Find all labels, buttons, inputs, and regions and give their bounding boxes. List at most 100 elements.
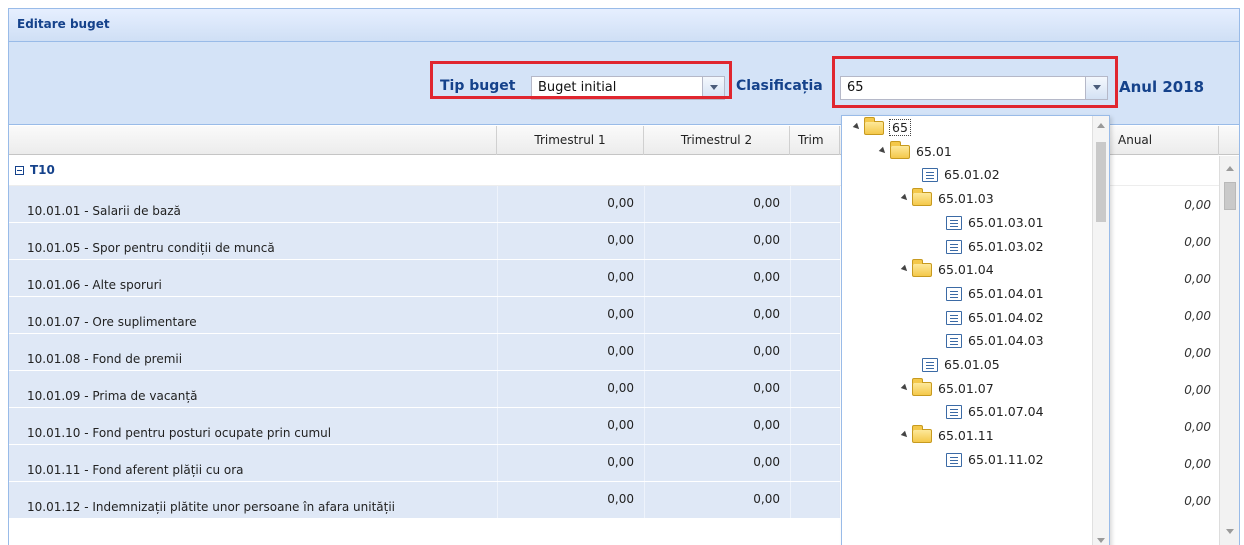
folder-icon: [864, 117, 884, 135]
expand-arrow-icon[interactable]: [900, 193, 910, 203]
cell-trimestrul-3[interactable]: [790, 482, 840, 518]
tree-node-label: 65.01.03.02: [968, 238, 1044, 254]
year-label: Anul 2018: [1119, 78, 1205, 96]
column-header-name: [9, 126, 497, 155]
clasificatia-dropdown-tree[interactable]: 65 65.01 65.01.02 65.01.03 65.01.03.01 65.01.…: [841, 115, 1110, 545]
scroll-up-icon[interactable]: [1097, 123, 1105, 128]
row-name: 10.01.09 - Prima de vacanță: [9, 371, 497, 407]
expand-arrow-icon[interactable]: [900, 430, 910, 440]
toolbar: Tip buget Buget initial Clasificația 65 …: [9, 42, 1239, 125]
cell-trimestrul-1[interactable]: 0,00: [497, 371, 644, 407]
document-icon: [922, 168, 938, 183]
tree-node-label: 65.01.02: [944, 167, 1000, 183]
cell-trimestrul-3[interactable]: [790, 408, 840, 444]
cell-trimestrul-2[interactable]: 0,00: [644, 186, 790, 222]
cell-anual: 0,00: [1110, 260, 1219, 296]
document-icon: [946, 405, 962, 420]
cell-trimestrul-1[interactable]: 0,00: [497, 482, 644, 518]
expand-arrow-icon[interactable]: [900, 264, 910, 274]
column-header-t2[interactable]: Trimestrul 2: [644, 126, 790, 155]
cell-anual: 0,00: [1110, 297, 1219, 333]
folder-icon: [912, 377, 932, 396]
document-icon: [946, 215, 962, 230]
document-icon: [946, 310, 962, 325]
cell-trimestrul-2[interactable]: 0,00: [644, 260, 790, 296]
tree-node-label: 65.01.04.03: [968, 333, 1044, 349]
grid-scrollbar[interactable]: [1219, 156, 1239, 545]
collapse-icon[interactable]: [15, 166, 24, 175]
scroll-thumb[interactable]: [1096, 142, 1106, 222]
cell-trimestrul-2[interactable]: 0,00: [644, 334, 790, 370]
column-header-t1[interactable]: Trimestrul 1: [497, 126, 644, 155]
cell-trimestrul-3[interactable]: [790, 445, 840, 481]
tip-buget-select[interactable]: Buget initial: [531, 76, 725, 100]
cell-anual: 0,00: [1110, 223, 1219, 259]
row-name: 10.01.08 - Fond de premii: [9, 334, 497, 370]
cell-trimestrul-1[interactable]: 0,00: [497, 260, 644, 296]
document-icon: [946, 452, 962, 467]
cell-trimestrul-1[interactable]: 0,00: [497, 186, 644, 222]
cell-trimestrul-3[interactable]: [790, 260, 840, 296]
scroll-down-icon[interactable]: [1226, 529, 1234, 534]
cell-trimestrul-1[interactable]: 0,00: [497, 334, 644, 370]
cell-anual: 0,00: [1110, 371, 1219, 407]
tree-node-label: 65.01.03.01: [968, 214, 1044, 230]
tree-node-label: 65.01.05: [944, 357, 1000, 372]
tip-buget-value: Buget initial: [538, 80, 617, 95]
row-name: 10.01.07 - Ore suplimentare: [9, 297, 497, 333]
clasificatia-select[interactable]: 65: [840, 76, 1108, 100]
panel-header: Editare buget: [9, 9, 1239, 42]
document-icon: [946, 334, 962, 349]
expand-arrow-icon[interactable]: [878, 146, 888, 155]
tree-node-label: 65.01.07: [938, 380, 994, 396]
cell-anual: 0,00: [1110, 186, 1219, 222]
group-label: T10: [30, 163, 55, 177]
dropdown-scrollbar[interactable]: [1092, 116, 1109, 545]
tree-node-label: 65.01.04.01: [968, 285, 1044, 301]
column-header-t3[interactable]: Trim: [790, 126, 840, 155]
tree-node-label: 65.01.04: [938, 262, 994, 278]
column-header-anual[interactable]: Anual: [1110, 126, 1219, 155]
cell-trimestrul-3[interactable]: [790, 334, 840, 370]
folder-icon: [912, 425, 932, 444]
tree-node-label: 65.01.04.02: [968, 309, 1044, 325]
cell-trimestrul-1[interactable]: 0,00: [497, 297, 644, 333]
row-name: 10.01.12 - Indemnizații plătite unor per…: [9, 482, 497, 518]
cell-trimestrul-1[interactable]: 0,00: [497, 445, 644, 481]
cell-trimestrul-2[interactable]: 0,00: [644, 371, 790, 407]
tree-node-label: 65: [889, 119, 911, 136]
cell-trimestrul-3[interactable]: [790, 371, 840, 407]
scroll-down-icon[interactable]: [1097, 538, 1105, 543]
chevron-down-icon[interactable]: [1085, 77, 1107, 99]
folder-icon: [890, 140, 910, 159]
cell-trimestrul-2[interactable]: 0,00: [644, 223, 790, 259]
cell-trimestrul-2[interactable]: 0,00: [644, 445, 790, 481]
row-name: 10.01.10 - Fond pentru posturi ocupate p…: [9, 408, 497, 444]
cell-trimestrul-1[interactable]: 0,00: [497, 408, 644, 444]
cell-trimestrul-3[interactable]: [790, 297, 840, 333]
tree-node-label: 65.01.07.04: [968, 404, 1044, 420]
clasificatia-value: 65: [847, 80, 864, 95]
cell-trimestrul-2[interactable]: 0,00: [644, 408, 790, 444]
cell-anual: 0,00: [1110, 334, 1219, 370]
chevron-down-icon[interactable]: [702, 77, 724, 99]
cell-trimestrul-3[interactable]: [790, 223, 840, 259]
cell-trimestrul-3[interactable]: [790, 186, 840, 222]
row-name: 10.01.01 - Salarii de bază: [9, 186, 497, 222]
cell-trimestrul-2[interactable]: 0,00: [644, 482, 790, 518]
cell-trimestrul-1[interactable]: 0,00: [497, 223, 644, 259]
expand-arrow-icon[interactable]: [852, 122, 862, 132]
panel-title: Editare buget: [17, 17, 110, 31]
cell-anual: 0,00: [1110, 408, 1219, 444]
tree-node-label: 65.01: [916, 143, 952, 159]
tree-node-label: 65.01.11: [938, 428, 994, 444]
budget-edit-panel: Editare buget Tip buget Buget initial Cl…: [8, 8, 1240, 545]
clasificatia-label: Clasificația: [736, 78, 823, 94]
folder-icon: [912, 188, 932, 207]
expand-arrow-icon[interactable]: [900, 383, 910, 392]
cell-trimestrul-2[interactable]: 0,00: [644, 297, 790, 333]
scroll-thumb[interactable]: [1224, 182, 1236, 210]
row-name: 10.01.06 - Alte sporuri: [9, 260, 497, 296]
row-name: 10.01.11 - Fond aferent plății cu ora: [9, 445, 497, 481]
scroll-up-icon[interactable]: [1226, 166, 1234, 171]
